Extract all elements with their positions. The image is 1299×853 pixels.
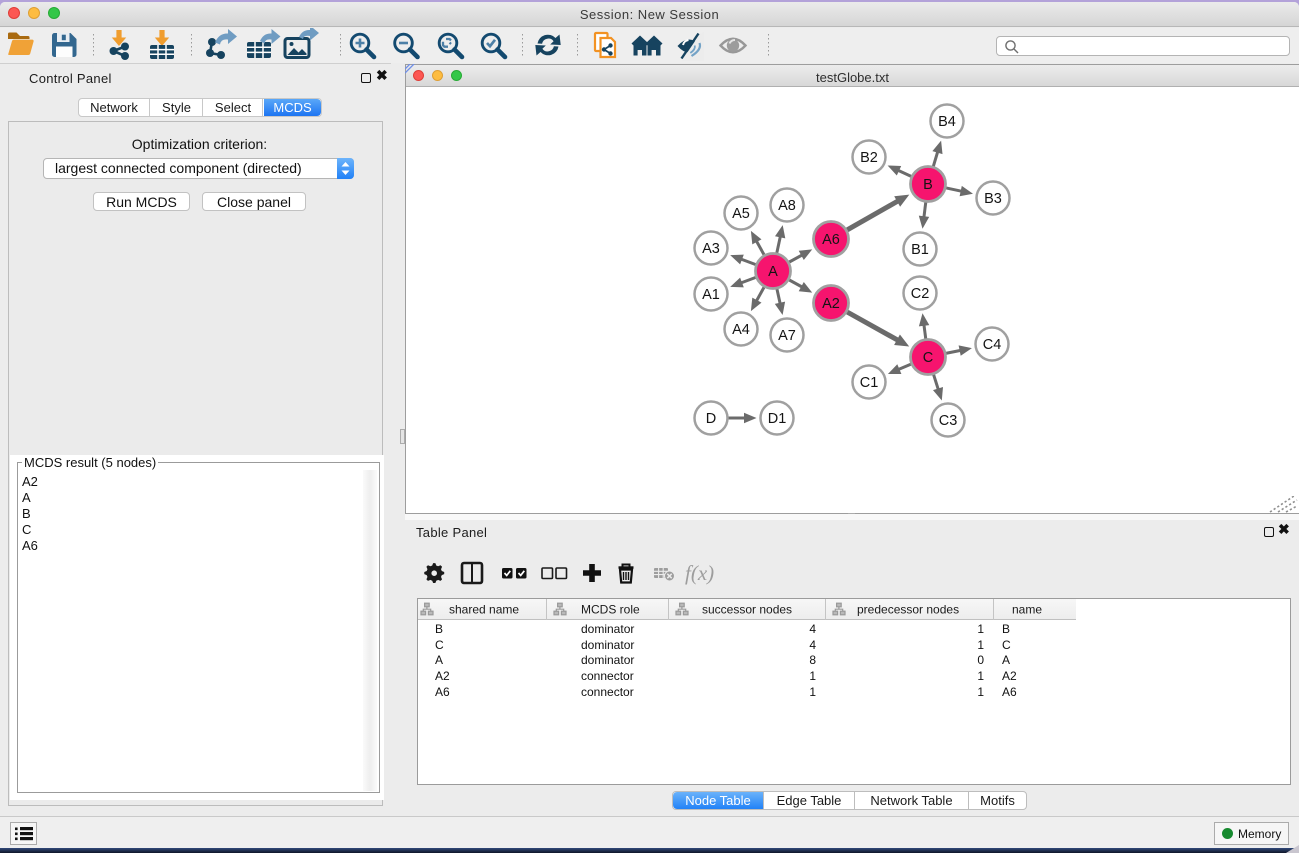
svg-text:B2: B2 xyxy=(860,150,878,166)
svg-text:predecessor nodes: predecessor nodes xyxy=(857,603,959,617)
svg-text:f(x): f(x) xyxy=(685,561,714,585)
svg-text:D1: D1 xyxy=(768,411,787,427)
svg-text:A2: A2 xyxy=(822,296,840,312)
svg-text:C3: C3 xyxy=(939,413,958,429)
svg-text:successor nodes: successor nodes xyxy=(702,603,792,617)
svg-text:C4: C4 xyxy=(983,337,1002,353)
svg-text:A4: A4 xyxy=(732,322,750,338)
svg-text:B: B xyxy=(923,177,933,193)
svg-text:B3: B3 xyxy=(984,191,1002,207)
svg-text:C: C xyxy=(923,350,933,366)
svg-text:A1: A1 xyxy=(702,287,720,303)
svg-text:A3: A3 xyxy=(702,241,720,257)
svg-text:A6: A6 xyxy=(822,232,840,248)
svg-text:A8: A8 xyxy=(778,198,796,214)
svg-text:C1: C1 xyxy=(860,375,879,391)
svg-text:B1: B1 xyxy=(911,242,929,258)
svg-text:C2: C2 xyxy=(911,286,930,302)
svg-text:A7: A7 xyxy=(778,328,796,344)
svg-text:B4: B4 xyxy=(938,114,956,130)
svg-text:A5: A5 xyxy=(732,206,750,222)
svg-text:name: name xyxy=(1012,603,1042,617)
svg-text:A: A xyxy=(768,264,778,280)
svg-text:shared name: shared name xyxy=(449,603,519,617)
svg-text:D: D xyxy=(706,411,716,427)
svg-text:MCDS role: MCDS role xyxy=(581,603,640,617)
